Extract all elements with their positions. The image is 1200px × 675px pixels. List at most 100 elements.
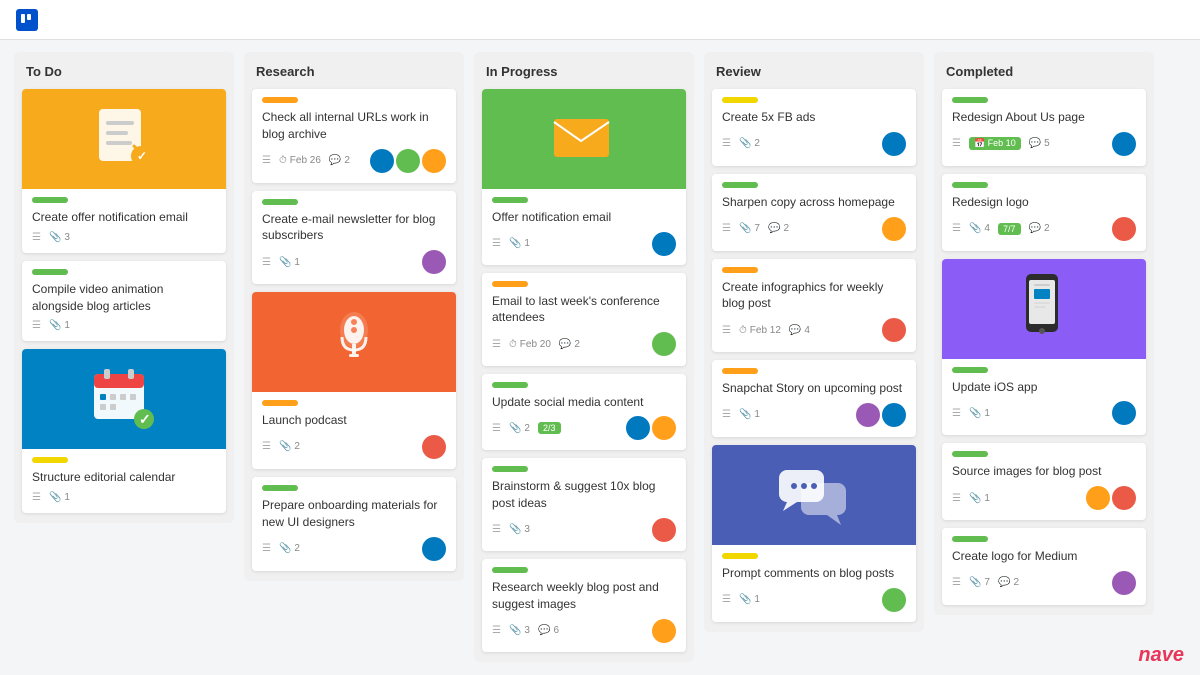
card-title-ip-4: Brainstorm & suggest 10x blog post ideas: [492, 478, 676, 512]
avatar-row-ip-1: [652, 232, 676, 256]
card-body-research-3: Launch podcast ☰ 📎 2: [252, 392, 456, 469]
svg-text:✓: ✓: [139, 411, 151, 427]
paperclip-icon: 📎: [739, 223, 751, 234]
list-icon: ☰: [722, 409, 731, 420]
list-icon: ☰: [262, 543, 271, 554]
card-todo-2[interactable]: Compile video animation alongside blog a…: [22, 261, 226, 342]
card-ip-1[interactable]: Offer notification email☰📎 1: [482, 89, 686, 265]
card-label-ip-1: [492, 197, 528, 203]
avatar-green-0: [882, 588, 906, 612]
card-meta-comp-1: ☰ 📅 Feb 10 💬 5: [952, 132, 1136, 156]
card-ip-5[interactable]: Research weekly blog post and suggest im…: [482, 559, 686, 652]
card-label-rev-4: [722, 368, 758, 374]
comment-icon: 💬: [538, 625, 550, 636]
card-body-comp-5: Create logo for Medium☰📎 7💬 2: [942, 528, 1146, 605]
card-title-ip-2: Email to last week's conference attendee…: [492, 293, 676, 327]
column-title-completed: Completed: [942, 62, 1146, 81]
card-rev-4[interactable]: Snapchat Story on upcoming post ☰ 📎 1: [712, 360, 916, 437]
attachment-item: 📎 2: [509, 423, 530, 434]
list-icon: ☰: [262, 441, 271, 452]
card-comp-1[interactable]: Redesign About Us page☰📅 Feb 10💬 5: [942, 89, 1146, 166]
list-icon: ☰: [492, 423, 501, 434]
list-icon: ☰: [952, 493, 961, 504]
avatar-row-ip-2: [652, 332, 676, 356]
list-icon: ☰: [722, 594, 731, 605]
attachment-item: 📎 1: [279, 257, 300, 268]
paperclip-icon: 📎: [969, 408, 981, 419]
comment-icon: 💬: [329, 155, 341, 166]
card-research-2[interactable]: Create e-mail newsletter for blog subscr…: [252, 191, 456, 285]
paperclip-icon: 📎: [279, 257, 291, 268]
list-icon: ☰: [952, 223, 961, 234]
attachment-item: 📎 1: [49, 492, 70, 503]
comments-item: 💬 2: [768, 223, 789, 234]
attachment-item: 📎 3: [49, 232, 70, 243]
column-todo: To Do ✓ Create offer notification email☰…: [14, 52, 234, 523]
card-research-4[interactable]: Prepare onboarding materials for new UI …: [252, 477, 456, 571]
column-title-research: Research: [252, 62, 456, 81]
card-rev-2[interactable]: Sharpen copy across homepage☰📎 7💬 2: [712, 174, 916, 251]
card-comp-4[interactable]: Source images for blog post☰📎 1: [942, 443, 1146, 520]
comments-item: 💬 5: [1029, 138, 1050, 149]
list-icon: ☰: [262, 257, 271, 268]
card-ip-3[interactable]: Update social media content☰📎 22/3: [482, 374, 686, 450]
column-title-todo: To Do: [22, 62, 226, 81]
attachment-item: 📎 2: [279, 441, 300, 452]
card-comp-3[interactable]: Update iOS app☰📎 1: [942, 259, 1146, 436]
list-icon: ☰: [262, 155, 271, 166]
list-icon: ☰: [262, 155, 271, 166]
list-icon: ☰: [722, 223, 731, 234]
comment-icon: 💬: [1029, 223, 1041, 234]
card-todo-3[interactable]: ✓ Structure editorial calendar☰📎 1: [22, 349, 226, 513]
card-title-ip-5: Research weekly blog post and suggest im…: [492, 579, 676, 613]
comment-icon: 💬: [998, 577, 1010, 588]
card-title-research-3: Launch podcast: [262, 412, 446, 429]
card-rev-1[interactable]: Create 5x FB ads☰📎 2: [712, 89, 916, 166]
card-research-3[interactable]: Launch podcast ☰ 📎 2: [252, 292, 456, 469]
card-body-research-2: Create e-mail newsletter for blog subscr…: [252, 191, 456, 285]
card-title-rev-2: Sharpen copy across homepage: [722, 194, 906, 211]
attachment-item: 📎 1: [739, 409, 760, 420]
paperclip-icon: 📎: [509, 238, 521, 249]
comment-icon: 💬: [1029, 138, 1041, 149]
card-title-ip-3: Update social media content: [492, 394, 676, 411]
list-icon: ☰: [722, 138, 731, 149]
card-ip-2[interactable]: Email to last week's conference attendee…: [482, 273, 686, 366]
avatar-green-0: [652, 332, 676, 356]
card-label-ip-5: [492, 567, 528, 573]
avatar-row-research-2: [422, 250, 446, 274]
card-body-research-1: Check all internal URLs work in blog arc…: [252, 89, 456, 183]
card-meta-rev-3: ☰⏱ Feb 12💬 4: [722, 318, 906, 342]
list-icon: ☰: [492, 524, 501, 535]
card-todo-1[interactable]: ✓ Create offer notification email☰📎 3: [22, 89, 226, 253]
card-meta-research-4: ☰📎 2: [262, 537, 446, 561]
card-image-ip-envelope: [482, 89, 686, 189]
card-image-review-chat: [712, 445, 916, 545]
card-body-ip-1: Offer notification email☰📎 1: [482, 189, 686, 265]
card-rev-5[interactable]: Prompt comments on blog posts☰📎 1: [712, 445, 916, 622]
card-research-1[interactable]: Check all internal URLs work in blog arc…: [252, 89, 456, 183]
avatar-orange-1: [652, 416, 676, 440]
list-icon: ☰: [952, 138, 961, 149]
comments-item: 💬 2: [329, 155, 350, 166]
card-comp-5[interactable]: Create logo for Medium☰📎 7💬 2: [942, 528, 1146, 605]
date-badge-comp-1: 📅 Feb 10: [969, 137, 1021, 150]
attachment-item: 📎 3: [509, 625, 530, 636]
avatar-red-1: [1112, 486, 1136, 510]
card-label-research-1: [262, 97, 298, 103]
card-label-ip-3: [492, 382, 528, 388]
avatar-row-ip-5: [652, 619, 676, 643]
card-comp-2[interactable]: Redesign logo☰📎 47/7💬 2: [942, 174, 1146, 251]
card-label-comp-2: [952, 182, 988, 188]
comments-item: 💬 2: [1029, 223, 1050, 234]
card-title-rev-4: Snapchat Story on upcoming post: [722, 380, 906, 397]
card-meta-ip-3: ☰📎 22/3: [492, 416, 676, 440]
avatar-row-rev-1: [882, 132, 906, 156]
card-rev-3[interactable]: Create infographics for weekly blog post…: [712, 259, 916, 353]
card-meta-ip-4: ☰📎 3: [492, 518, 676, 542]
list-icon: ☰: [492, 423, 501, 434]
column-title-review: Review: [712, 62, 916, 81]
avatar-row-rev-5: [882, 588, 906, 612]
card-ip-4[interactable]: Brainstorm & suggest 10x blog post ideas…: [482, 458, 686, 551]
card-meta-rev-2: ☰📎 7💬 2: [722, 217, 906, 241]
